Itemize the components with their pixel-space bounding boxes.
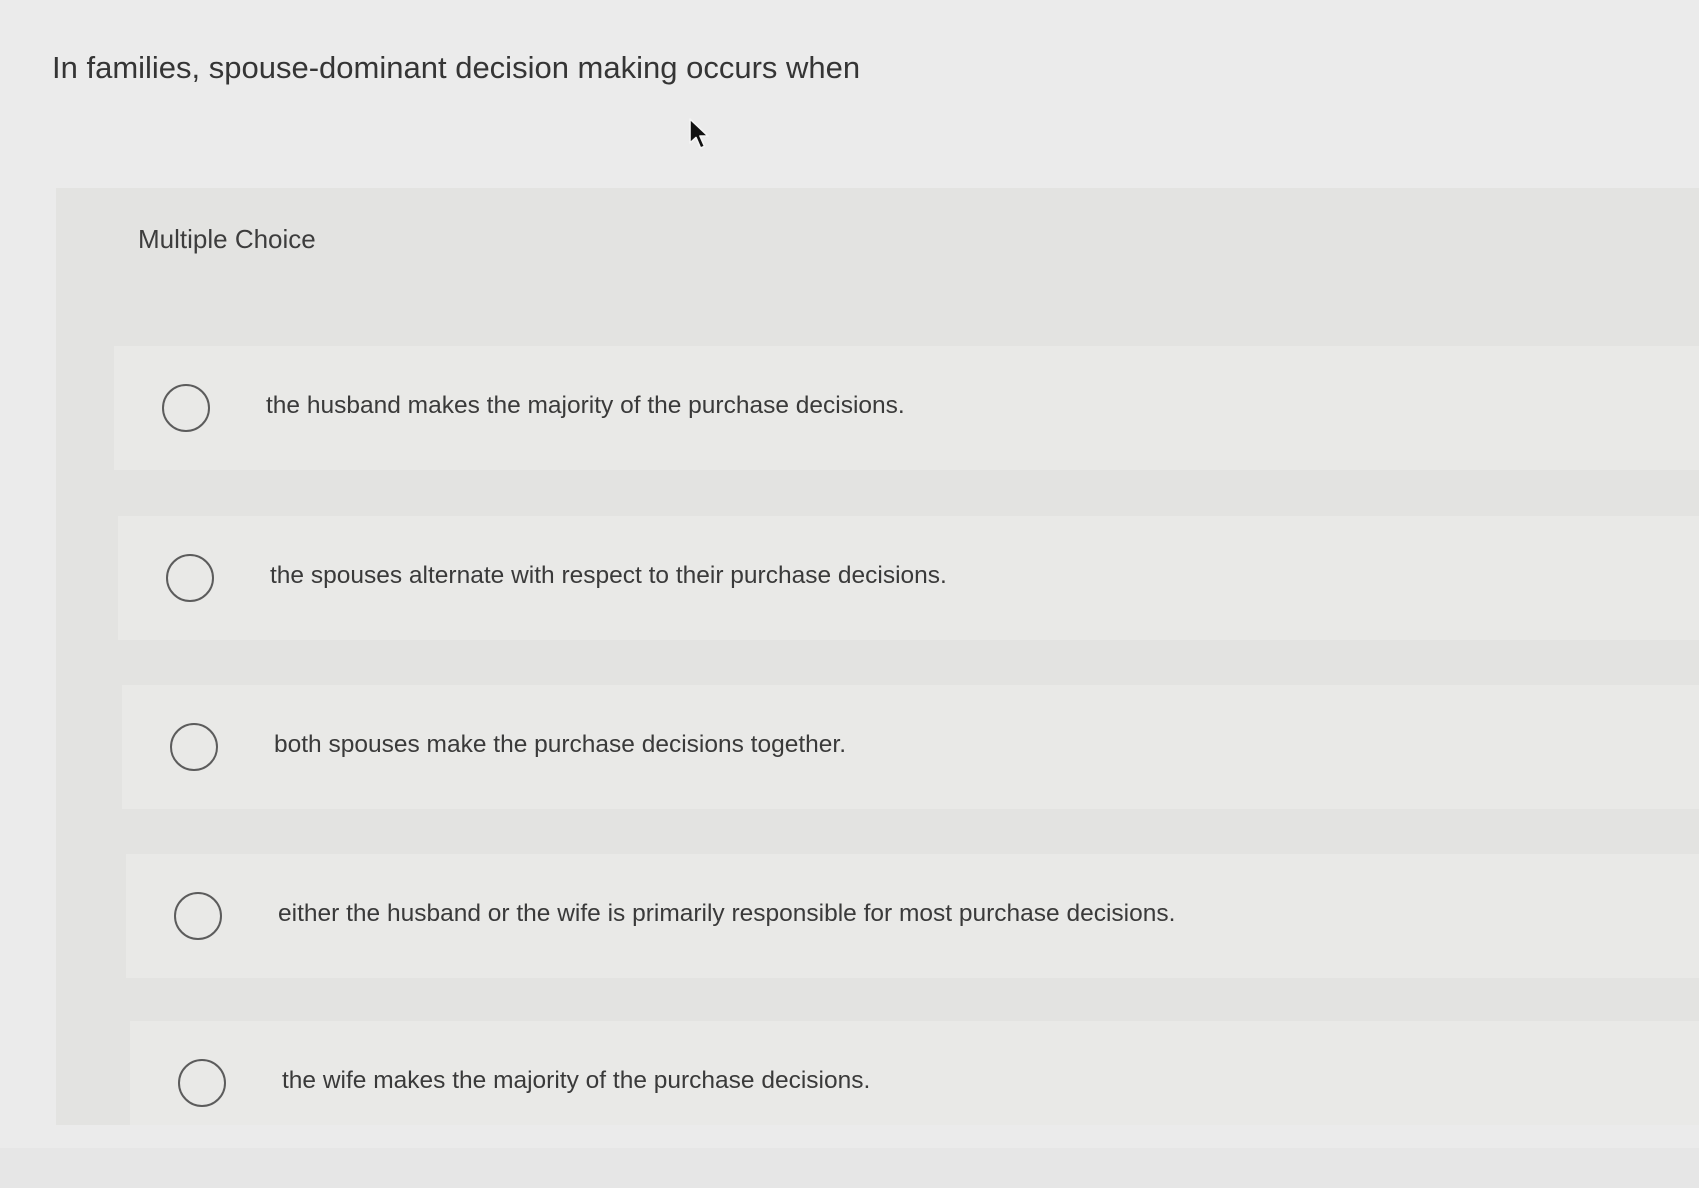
choice-option-5[interactable]: the wife makes the majority of the purch… <box>130 1021 1699 1125</box>
choice-option-5-text: the wife makes the majority of the purch… <box>282 1067 871 1094</box>
radio-button-unchecked-icon[interactable] <box>166 554 214 602</box>
page-footer-area <box>0 1148 1699 1188</box>
choice-option-2-text: the spouses alternate with respect to th… <box>270 562 947 589</box>
radio-button-unchecked-icon[interactable] <box>170 723 218 771</box>
choice-option-1[interactable]: the husband makes the majority of the pu… <box>114 346 1699 470</box>
choice-option-3[interactable]: both spouses make the purchase decisions… <box>122 685 1699 809</box>
multiple-choice-panel: Multiple Choice the husband makes the ma… <box>56 188 1699 1125</box>
multiple-choice-label: Multiple Choice <box>138 224 316 254</box>
choice-option-1-text: the husband makes the majority of the pu… <box>266 392 905 419</box>
radio-button-unchecked-icon[interactable] <box>162 384 210 432</box>
choice-option-3-text: both spouses make the purchase decisions… <box>274 731 847 758</box>
mouse-pointer-icon <box>689 118 709 149</box>
radio-button-unchecked-icon[interactable] <box>174 892 222 940</box>
radio-button-unchecked-icon[interactable] <box>178 1059 226 1107</box>
choice-option-2[interactable]: the spouses alternate with respect to th… <box>118 516 1699 640</box>
choice-option-4[interactable]: either the husband or the wife is primar… <box>126 854 1699 978</box>
question-prompt: In families, spouse-dominant decision ma… <box>52 50 861 85</box>
choice-option-4-text: either the husband or the wife is primar… <box>278 900 1176 927</box>
